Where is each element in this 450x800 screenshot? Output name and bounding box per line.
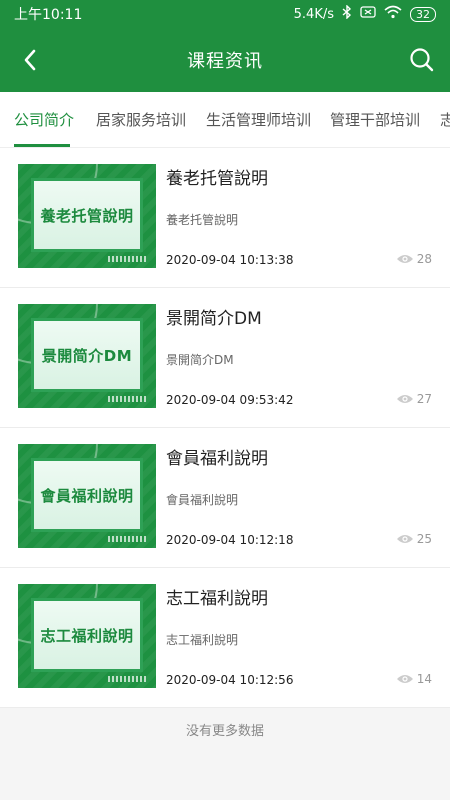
item-subtitle: 養老托管說明	[166, 213, 239, 227]
item-subtitle: 會員福利說明	[166, 493, 239, 507]
eye-icon	[396, 675, 413, 683]
item-views: 25	[396, 532, 432, 546]
thumbnail-text: 志工福利說明	[40, 626, 134, 645]
item-thumbnail: 會員福利說明	[18, 444, 156, 548]
item-views: 28	[396, 252, 432, 266]
item-thumbnail: 養老托管說明	[18, 164, 156, 268]
back-button[interactable]	[14, 44, 46, 76]
item-date: 2020-09-04 10:12:56	[166, 673, 294, 687]
item-date: 2020-09-04 10:13:38	[166, 253, 294, 267]
view-count: 25	[416, 532, 432, 546]
item-thumbnail: 景開简介DM	[18, 304, 156, 408]
list-item[interactable]: 志工福利說明 志工福利說明 志工福利說明 2020-09-04 10:12:56…	[0, 568, 450, 708]
item-date: 2020-09-04 09:53:42	[166, 393, 294, 407]
view-count: 28	[416, 252, 432, 266]
tab-management-cadre-training[interactable]: 管理干部培训	[330, 92, 420, 147]
item-subtitle: 景開简介DM	[166, 353, 234, 367]
list-item[interactable]: 景開简介DM 景開简介DM 景開简介DM 2020-09-04 09:53:42…	[0, 288, 450, 428]
no-more-data-text: 没有更多数据	[185, 724, 264, 739]
item-thumbnail: 志工福利說明	[18, 584, 156, 688]
view-count: 14	[416, 672, 432, 686]
view-count: 27	[416, 392, 432, 406]
item-title: 志工福利說明	[166, 589, 268, 609]
sim-icon	[360, 6, 376, 22]
tab-life-manager-training[interactable]: 生活管理师培训	[206, 92, 311, 147]
item-title: 景開简介DM	[166, 309, 262, 329]
list-item[interactable]: 會員福利說明 會員福利說明 會員福利說明 2020-09-04 10:12:18…	[0, 428, 450, 568]
thumbnail-text: 會員福利說明	[40, 486, 134, 505]
thumbnail-text: 景開简介DM	[41, 346, 133, 365]
list-item[interactable]: 養老托管說明 養老托管說明 養老托管說明 2020-09-04 10:13:38…	[0, 148, 450, 288]
search-button[interactable]	[406, 44, 438, 76]
status-icons: 5.4K/s 32	[293, 4, 436, 23]
item-title: 養老托管說明	[166, 169, 268, 189]
page-title: 课程资讯	[187, 51, 263, 72]
network-speed: 5.4K/s	[293, 6, 334, 22]
back-arrow-icon	[24, 49, 36, 71]
category-tabs: 公司简介 居家服务培训 生活管理师培训 管理干部培训 志	[0, 92, 450, 148]
search-icon	[410, 48, 434, 72]
eye-icon	[396, 535, 413, 543]
app-bar: 课程资讯	[0, 28, 450, 92]
tab-company-intro[interactable]: 公司简介	[14, 92, 74, 147]
course-news-list: 養老托管說明 養老托管說明 養老托管說明 2020-09-04 10:13:38…	[0, 148, 450, 708]
active-tab-indicator	[14, 144, 70, 147]
item-views: 27	[396, 392, 432, 406]
eye-icon	[396, 395, 413, 403]
status-bar: 上午10:11 5.4K/s 32	[0, 0, 450, 28]
eye-icon	[396, 255, 413, 263]
item-title: 會員福利說明	[166, 449, 268, 469]
battery-indicator: 32	[410, 6, 436, 22]
bluetooth-icon	[342, 4, 352, 23]
wifi-icon	[384, 5, 402, 23]
status-time: 上午10:11	[14, 7, 83, 23]
tab-home-service-training[interactable]: 居家服务培训	[96, 92, 186, 147]
tab-volunteer[interactable]: 志	[440, 92, 450, 147]
item-date: 2020-09-04 10:12:18	[166, 533, 294, 547]
item-subtitle: 志工福利說明	[166, 633, 239, 647]
item-views: 14	[396, 672, 432, 686]
thumbnail-text: 養老托管說明	[40, 206, 134, 225]
